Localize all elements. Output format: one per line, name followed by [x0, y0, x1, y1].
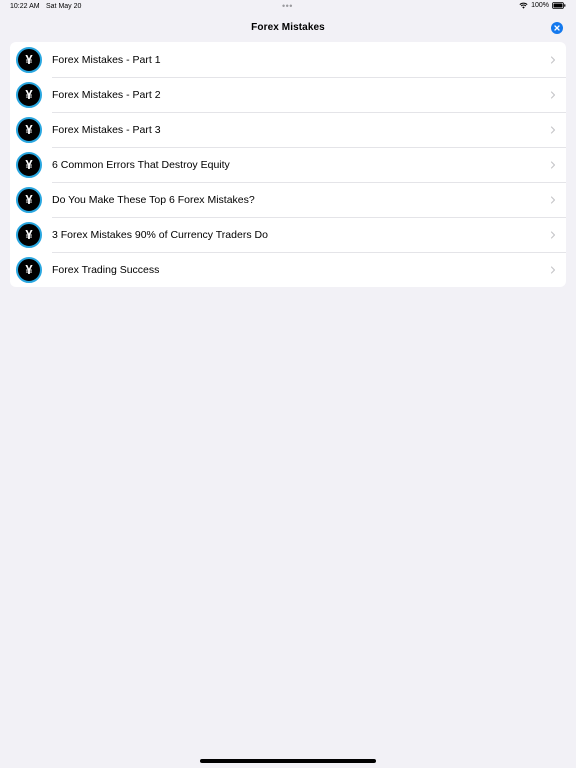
close-button[interactable]	[551, 22, 563, 34]
list-item-label: Forex Mistakes - Part 1	[52, 53, 161, 66]
multitasking-dots[interactable]: •••	[282, 1, 293, 11]
status-time: 10:22 AM	[10, 3, 40, 10]
battery-percent: 100%	[531, 2, 549, 9]
status-right: 100%	[519, 2, 566, 9]
list-item-label: Forex Mistakes - Part 2	[52, 88, 161, 101]
page-title: Forex Mistakes	[251, 22, 325, 33]
chevron-right-icon	[550, 265, 556, 274]
yen-icon: ¥	[16, 46, 42, 73]
list-item[interactable]: ¥3 Forex Mistakes 90% of Currency Trader…	[10, 217, 566, 252]
list-item[interactable]: ¥ Forex Trading Success	[10, 252, 566, 287]
list-item-label: Do You Make These Top 6 Forex Mistakes?	[52, 193, 255, 206]
wifi-icon	[519, 2, 528, 9]
nav-bar: Forex Mistakes	[0, 14, 576, 42]
yen-icon: ¥	[16, 221, 42, 248]
list-item[interactable]: ¥6 Common Errors That Destroy Equity	[10, 147, 566, 182]
chevron-right-icon	[550, 125, 556, 134]
status-date: Sat May 20	[46, 3, 82, 10]
chevron-right-icon	[550, 195, 556, 204]
status-bar: 10:22 AM Sat May 20 ••• 100%	[0, 0, 576, 14]
chevron-right-icon	[550, 160, 556, 169]
yen-icon: ¥	[16, 81, 42, 108]
yen-icon: ¥	[16, 256, 42, 283]
yen-icon: ¥	[16, 116, 42, 143]
list-item[interactable]: ¥ Forex Mistakes - Part 2	[10, 77, 566, 112]
article-list: ¥ Forex Mistakes - Part 1 ¥ Forex Mistakes …	[10, 42, 566, 287]
chevron-right-icon	[550, 90, 556, 99]
list-item[interactable]: ¥ Forex Mistakes - Part 1	[10, 42, 566, 77]
list-item[interactable]: ¥ Do You Make These Top 6 Forex Mistakes?	[10, 182, 566, 217]
list-item-label: 6 Common Errors That Destroy Equity	[52, 158, 230, 171]
chevron-right-icon	[550, 55, 556, 64]
yen-icon: ¥	[16, 151, 42, 178]
chevron-right-icon	[550, 230, 556, 239]
battery-icon	[552, 2, 566, 9]
list-item-label: Forex Mistakes - Part 3	[52, 123, 161, 136]
list-item[interactable]: ¥ Forex Mistakes - Part 3	[10, 112, 566, 147]
home-indicator[interactable]	[200, 759, 376, 763]
list-item-label: Forex Trading Success	[52, 263, 160, 276]
close-icon	[554, 25, 560, 31]
yen-icon: ¥	[16, 186, 42, 213]
list-item-label: 3 Forex Mistakes 90% of Currency Traders…	[52, 228, 268, 241]
